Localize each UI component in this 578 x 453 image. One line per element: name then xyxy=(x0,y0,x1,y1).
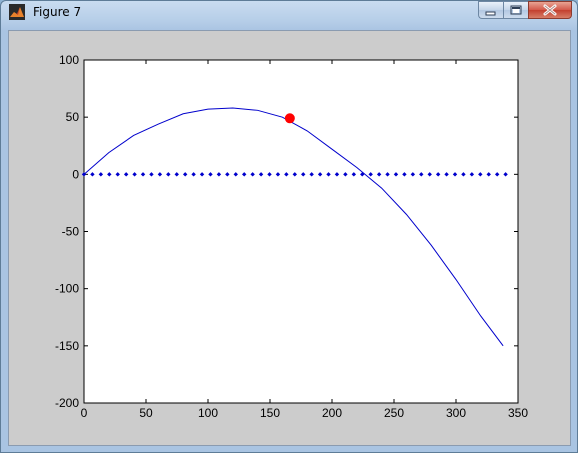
x-tick-label: 200 xyxy=(322,406,342,420)
caption-buttons xyxy=(478,1,572,20)
x-tick-label: 300 xyxy=(446,406,466,420)
x-tick-label: 350 xyxy=(508,406,528,420)
figure-window: Figure 7 0 50 100 150 200 250 300 350 10… xyxy=(0,0,578,453)
y-tick-label: -50 xyxy=(62,225,80,239)
x-tick-label: 0 xyxy=(81,406,88,420)
y-tick-label: 0 xyxy=(72,167,79,181)
window-title: Figure 7 xyxy=(33,5,82,19)
y-tick-label: 50 xyxy=(66,110,80,124)
maximize-button[interactable] xyxy=(503,1,528,19)
plot-area[interactable]: 0 50 100 150 200 250 300 350 100 50 0 -50 -100 -150 -2… xyxy=(9,31,570,445)
x-tick-label: 150 xyxy=(260,406,280,420)
x-tick-label: 250 xyxy=(384,406,404,420)
matlab-figure-icon xyxy=(9,4,25,20)
figure-canvas: 0 50 100 150 200 250 300 350 100 50 0 -50 -100 -150 -2… xyxy=(8,30,571,446)
y-tick-label: -100 xyxy=(55,282,79,296)
y-tick-label: -200 xyxy=(55,396,79,410)
minimize-icon xyxy=(485,11,496,16)
close-button[interactable] xyxy=(528,1,572,19)
minimize-button[interactable] xyxy=(478,1,503,19)
maximize-icon xyxy=(510,5,522,15)
x-tick-label: 50 xyxy=(139,406,153,420)
highlight-point xyxy=(284,113,295,124)
axes-background xyxy=(83,59,519,404)
y-tick-label: 100 xyxy=(59,53,79,67)
close-icon xyxy=(543,4,557,16)
x-tick-label: 100 xyxy=(198,406,218,420)
y-tick-label: -150 xyxy=(55,339,79,353)
title-bar[interactable]: Figure 7 xyxy=(1,1,577,25)
